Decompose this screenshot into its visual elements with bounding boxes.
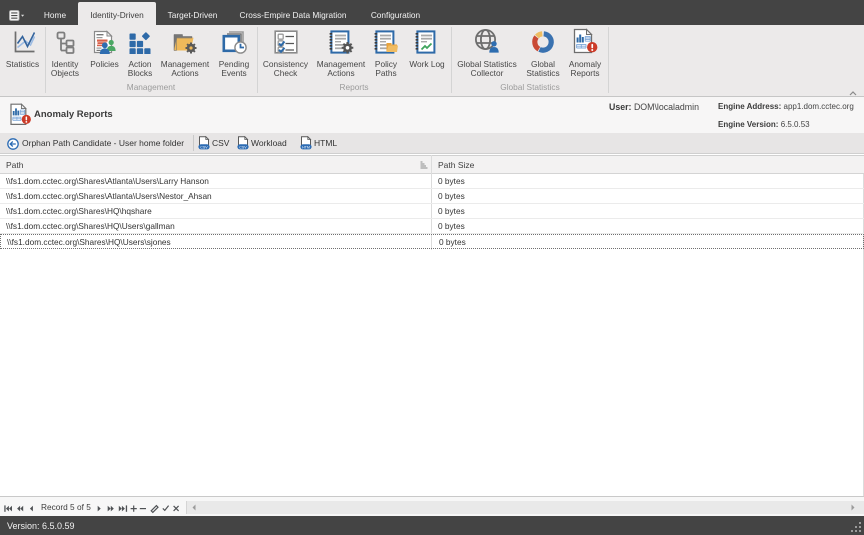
svg-text:HTM: HTM (302, 145, 310, 149)
svg-text:CSV: CSV (200, 145, 208, 149)
svg-text:CSV: CSV (239, 145, 247, 149)
